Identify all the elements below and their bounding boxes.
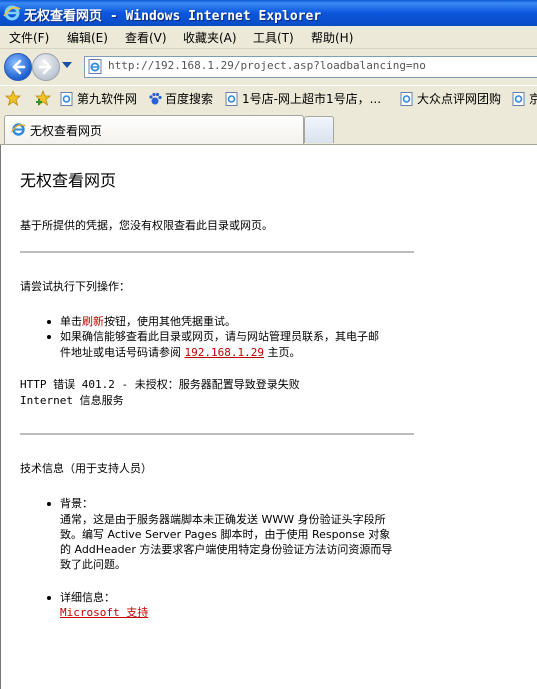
title-bar: 无权查看网页 - Windows Internet Explorer (0, 0, 537, 26)
tab-active[interactable]: 无权查看网页 (4, 115, 304, 144)
detail-label: 详细信息： (60, 591, 115, 604)
bullet-contact-line2: 件地址或电话号码请参阅 192.168.1.29 主页。 (60, 344, 300, 360)
new-tab-button[interactable] (304, 116, 334, 143)
tab-bar: 无权查看网页 (0, 111, 537, 145)
favorite-label: 京 (529, 92, 537, 106)
favorites-star-icon[interactable] (5, 90, 21, 106)
background-text: 致了此问题。 (60, 558, 126, 571)
favorite-label: 百度搜索 (165, 92, 214, 106)
menu-tools[interactable]: 工具(T) (253, 29, 294, 46)
intro-text: 基于所提供的凭据，您没有权限查看此目录或网页。 (20, 219, 273, 232)
refresh-link[interactable]: 刷新 (82, 315, 104, 328)
navigation-bar: http://192.168.1.29/project.asp?loadbala… (0, 49, 537, 85)
favorite-item[interactable]: 大众点评网团购 (400, 90, 501, 107)
address-url[interactable]: http://192.168.1.29/project.asp?loadbala… (108, 59, 426, 72)
favorite-item[interactable]: 1号店-网上超市1号店，... (225, 90, 381, 107)
favorites-bar: 第九软件网 百度搜索 1号店-网上超市1号店，... 大众点评网团购 京 (0, 85, 537, 112)
window-title: 无权查看网页 - Windows Internet Explorer (24, 9, 322, 24)
ie-page-icon (11, 123, 26, 136)
menu-file[interactable]: 文件(F) (9, 29, 49, 46)
bullet-contact-line1: 如果确信能够查看此目录或网页，请与网站管理员联系，其电子邮 (60, 330, 379, 343)
bullet-text: 件地址或电话号码请参阅 (60, 346, 185, 359)
favorite-label: 大众点评网团购 (417, 92, 502, 106)
menu-view[interactable]: 查看(V) (125, 29, 167, 46)
menu-edit[interactable]: 编辑(E) (67, 29, 108, 46)
bullet (47, 502, 51, 506)
menu-bar: 文件(F) 编辑(E) 查看(V) 收藏夹(A) 工具(T) 帮助(H) (0, 26, 537, 49)
server-line: Internet 信息服务 (20, 394, 124, 407)
bullet-text: 单击 (60, 315, 82, 328)
background-text: 致。编写 Active Server Pages 脚本时，由于使用 Respon… (60, 528, 391, 541)
favorite-label: 1号店-网上超市1号店，... (242, 92, 382, 106)
bullet-refresh: 单击刷新按钮，使用其他凭据重试。 (60, 313, 236, 329)
ie-logo-icon (3, 4, 21, 25)
page-icon (512, 92, 525, 106)
background-text: 的 AddHeader 方法要求客户端使用特定身份验证方法访问资源而导 (60, 543, 393, 556)
page-icon (400, 92, 413, 106)
tab-label: 无权查看网页 (30, 124, 103, 138)
back-button[interactable] (4, 53, 32, 81)
forward-button[interactable] (32, 53, 60, 81)
error-line: HTTP 错误 401.2 - 未授权：服务器配置导致登录失败 (20, 378, 300, 391)
menu-help[interactable]: 帮助(H) (311, 29, 353, 46)
bullet-text: 按钮，使用其他凭据重试。 (104, 315, 236, 328)
try-heading: 请尝试执行下列操作： (20, 280, 130, 293)
microsoft-support-link[interactable]: Microsoft 支持 (60, 604, 148, 620)
address-field[interactable]: http://192.168.1.29/project.asp?loadbala… (84, 56, 537, 78)
history-dropdown-icon[interactable] (62, 62, 72, 68)
favorite-item[interactable]: 百度搜索 (148, 90, 213, 107)
back-arrow-icon (12, 59, 26, 75)
divider (20, 251, 414, 253)
page-icon (88, 59, 102, 74)
page-icon (225, 92, 238, 106)
bullet (47, 596, 51, 600)
favorite-label: 第九软件网 (77, 92, 138, 106)
menu-favorites[interactable]: 收藏夹(A) (183, 29, 237, 46)
page-content: 无权查看网页 基于所提供的凭据，您没有权限查看此目录或网页。 请尝试执行下列操作… (0, 145, 537, 689)
background-text: 通常，这是由于服务器端脚本未正确发送 WWW 身份验证头字段所 (60, 513, 386, 526)
divider (20, 433, 414, 435)
page-heading: 无权查看网页 (20, 171, 117, 190)
forward-arrow-icon (38, 59, 52, 75)
baidu-paw-icon (149, 92, 162, 105)
bullet (47, 335, 51, 339)
bullet-text: 主页。 (263, 346, 301, 359)
favorite-item[interactable]: 第九软件网 (60, 90, 137, 107)
background-label: 背景： (60, 497, 93, 510)
tech-heading: 技术信息（用于支持人员） (20, 462, 152, 475)
add-favorite-icon[interactable] (35, 90, 51, 106)
bullet (47, 320, 51, 324)
home-page-link[interactable]: 192.168.1.29 (185, 346, 264, 359)
page-icon (60, 92, 73, 106)
favorite-item[interactable]: 京 (512, 90, 537, 107)
